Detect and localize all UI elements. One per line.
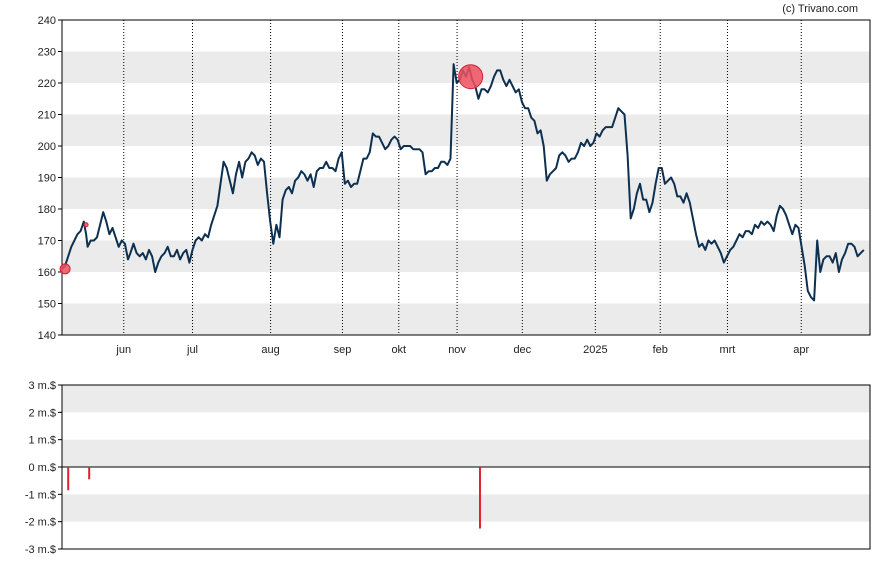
price-band [62, 240, 870, 272]
y-tick-label: 140 [38, 330, 56, 342]
x-tick-label: aug [261, 344, 279, 356]
x-tick-label: feb [653, 344, 668, 356]
y-tick-label: 180 [38, 204, 56, 216]
y-tick-label: 190 [38, 173, 56, 185]
volume-y-tick-label: -2 m.$ [25, 517, 56, 529]
x-tick-label: dec [513, 344, 531, 356]
y-tick-label: 240 [38, 15, 56, 27]
price-band [62, 114, 870, 146]
volume-y-tick-label: -1 m.$ [25, 489, 56, 501]
volume-y-tick-label: 1 m.$ [28, 435, 56, 447]
volume-band [62, 439, 870, 467]
x-tick-label: sep [334, 344, 352, 356]
stock-chart: (c) Trivano.com jun jul aug sep okt nov dec 202… [25, 3, 871, 556]
y-tick-label: 210 [38, 110, 56, 122]
insider-trade-marker [83, 222, 89, 228]
y-tick-label: 160 [38, 267, 56, 279]
y-tick-label: 230 [38, 47, 56, 59]
volume-band [62, 385, 870, 413]
credit-label: (c) Trivano.com [782, 3, 858, 15]
volume-y-tick-label: -3 m.$ [25, 544, 56, 556]
x-tick-label: jul [186, 344, 198, 356]
volume-panel: -3 m.$ -2 m.$ -1 m.$ 0 m.$ 1 m.$ 2 m.$ 3 m.$ [25, 380, 871, 556]
x-tick-label: 2025 [583, 344, 607, 356]
y-tick-label: 170 [38, 236, 56, 248]
volume-band [62, 494, 870, 522]
y-tick-label: 150 [38, 299, 56, 311]
volume-y-tick-label: 3 m.$ [28, 380, 56, 392]
volume-y-tick-label: 0 m.$ [28, 462, 56, 474]
volume-y-tick-label: 2 m.$ [28, 407, 56, 419]
y-tick-label: 200 [38, 141, 56, 153]
insider-trade-marker [458, 64, 484, 90]
price-panel: jun jul aug sep okt nov dec 2025 feb mrt apr 140 150… [38, 15, 871, 356]
x-tick-label: nov [448, 344, 466, 356]
x-tick-label: jun [115, 344, 131, 356]
insider-trade-marker [59, 263, 71, 275]
price-band [62, 177, 870, 209]
price-band [62, 303, 870, 335]
x-tick-label: okt [391, 344, 406, 356]
x-tick-label: mrt [719, 344, 735, 356]
y-tick-label: 220 [38, 78, 56, 90]
x-tick-label: apr [793, 344, 809, 356]
